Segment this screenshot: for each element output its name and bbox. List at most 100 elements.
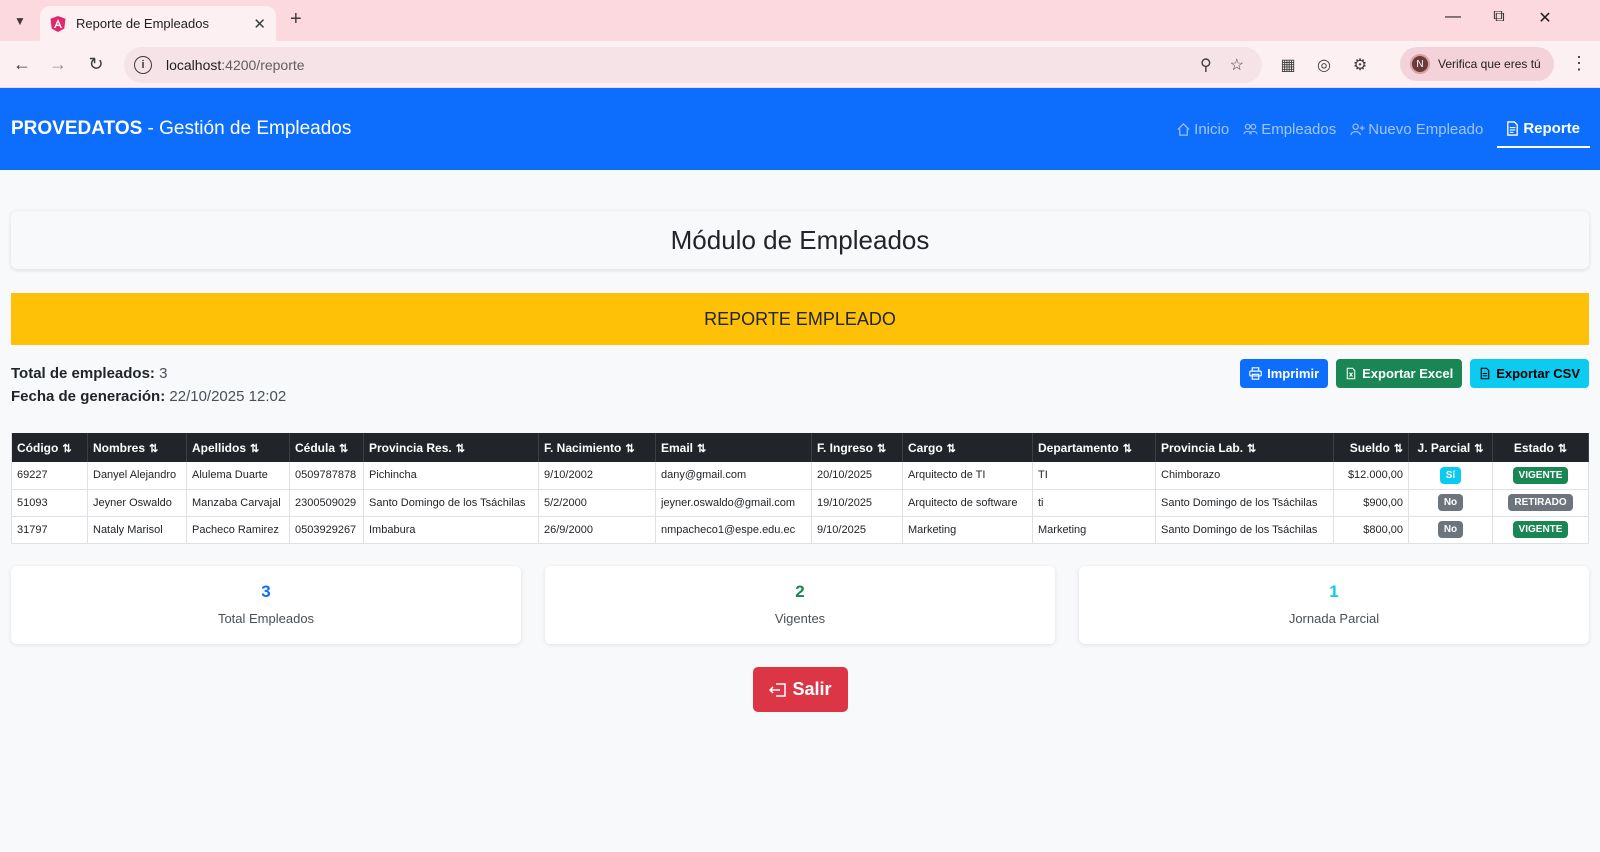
tab-close-icon[interactable]: ✕ <box>253 15 266 33</box>
sort-icon: ⇅ <box>697 442 707 455</box>
col-header[interactable]: Estado ⇅ <box>1492 433 1589 462</box>
status-badge: VIGENTE <box>1512 521 1569 538</box>
sort-icon: ⇅ <box>1122 442 1132 455</box>
stat-value: 2 <box>795 582 805 601</box>
person-add-icon <box>1350 123 1365 135</box>
sort-icon: ⇅ <box>149 442 159 455</box>
stat-card-total: 3 Total Empleados <box>11 566 521 644</box>
col-header[interactable]: Email ⇅ <box>655 433 812 462</box>
house-icon <box>1177 122 1190 136</box>
nav-links: Inicio Empleados Nuevo Empleado Reporte <box>1162 88 1590 170</box>
qr-code-icon[interactable]: ▦ <box>1277 55 1299 75</box>
employees-table-container: Código ⇅ Nombres ⇅ Apellidos ⇅ Cédula ⇅ Prov… <box>11 433 1589 544</box>
sort-icon: ⇅ <box>946 442 956 455</box>
jornada-badge: Sí <box>1439 466 1462 484</box>
exit-icon <box>769 682 787 697</box>
avatar: N <box>1410 54 1430 74</box>
table-row: 31797 Nataly Marisol Pacheco Ramirez 050… <box>11 516 1589 544</box>
col-header[interactable]: Código ⇅ <box>11 433 88 462</box>
banner-text: REPORTE EMPLEADO <box>704 308 896 329</box>
printer-icon <box>1249 367 1262 380</box>
stat-value: 1 <box>1329 582 1339 601</box>
reload-icon[interactable]: ↻ <box>84 54 108 74</box>
employees-table: Código ⇅ Nombres ⇅ Apellidos ⇅ Cédula ⇅ Prov… <box>11 433 1589 544</box>
col-header[interactable]: F. Ingreso ⇅ <box>811 433 903 462</box>
table-row: 51093 Jeyner Oswaldo Manzaba Carvajal 23… <box>11 489 1589 517</box>
close-window-icon[interactable]: ✕ <box>1522 8 1568 28</box>
url-text: localhost:4200/reporte <box>166 57 305 73</box>
report-banner: REPORTE EMPLEADO <box>11 293 1589 345</box>
nav-link-inicio[interactable]: Inicio <box>1176 111 1229 148</box>
col-header[interactable]: Cargo ⇅ <box>902 433 1033 462</box>
col-header[interactable]: Nombres ⇅ <box>87 433 187 462</box>
jornada-badge: No <box>1437 521 1464 538</box>
tab-search-button[interactable]: ▼ <box>8 9 32 33</box>
minimize-icon[interactable]: — <box>1430 8 1476 26</box>
forward-icon[interactable]: → <box>46 54 70 74</box>
sort-icon: ⇅ <box>1557 442 1568 455</box>
browser-tab[interactable]: Reporte de Empleados ✕ <box>40 6 276 41</box>
back-icon[interactable]: ← <box>10 54 34 74</box>
brand[interactable]: PROVEDATOS - Gestión de Empleados <box>11 118 351 140</box>
col-header[interactable]: Apellidos ⇅ <box>186 433 290 462</box>
file-csv-icon <box>1480 367 1490 380</box>
people-icon <box>1243 123 1258 134</box>
sort-icon: ⇅ <box>339 442 349 455</box>
jornada-badge: No <box>1437 494 1464 511</box>
new-tab-icon[interactable]: + <box>290 8 302 31</box>
total-employees-line: Total de empleados: 3 <box>11 365 168 382</box>
salir-button[interactable]: Salir <box>753 667 848 712</box>
stat-label: Jornada Parcial <box>1288 611 1380 626</box>
sort-icon: ⇅ <box>455 442 465 455</box>
stat-card-jornada-parcial: 1 Jornada Parcial <box>1079 566 1589 644</box>
browser-tab-bar: ▼ Reporte de Empleados ✕ + — ⧉ ✕ <box>0 0 1600 41</box>
table-row: 69227 Danyel Alejandro Alulema Duarte 05… <box>11 462 1589 490</box>
browser-toolbar: ← → ↻ i localhost:4200/reporte ⚲ ☆ ▦ ◎ ⚙… <box>0 41 1600 88</box>
col-header[interactable]: J. Parcial ⇅ <box>1408 433 1493 462</box>
nav-link-reporte[interactable]: Reporte <box>1497 110 1590 148</box>
profile-button[interactable]: N Verifica que eres tú <box>1400 47 1554 81</box>
profile-label: Verifica que eres tú <box>1438 57 1541 71</box>
export-excel-button[interactable]: Exportar Excel <box>1336 359 1463 388</box>
angular-favicon-icon <box>50 15 66 32</box>
print-button[interactable]: Imprimir <box>1240 359 1329 388</box>
sort-icon: ⇅ <box>1247 442 1257 455</box>
sort-icon: ⇅ <box>250 442 260 455</box>
nav-link-empleados[interactable]: Empleados <box>1243 111 1336 148</box>
file-text-icon <box>1507 121 1519 136</box>
sort-icon: ⇅ <box>62 442 72 455</box>
status-badge: VIGENTE <box>1512 466 1569 484</box>
bookmark-star-icon[interactable]: ☆ <box>1230 55 1244 75</box>
col-header[interactable]: Provincia Res. ⇅ <box>363 433 539 462</box>
stat-label: Total Empleados <box>217 611 315 626</box>
brand-subtitle: - Gestión de Empleados <box>142 118 352 139</box>
restore-icon[interactable]: ⧉ <box>1476 8 1522 26</box>
sort-icon: ⇅ <box>877 442 887 455</box>
page-title: Módulo de Empleados <box>670 224 930 255</box>
address-bar[interactable]: i localhost:4200/reporte ⚲ ☆ <box>124 47 1262 83</box>
browser-menu-icon[interactable]: ⋮ <box>1570 53 1588 74</box>
zoom-icon[interactable]: ⚲ <box>1200 55 1212 75</box>
col-header[interactable]: Departamento ⇅ <box>1032 433 1156 462</box>
site-info-icon[interactable]: i <box>134 56 152 74</box>
export-actions: Imprimir Exportar Excel Exportar CSV <box>1232 359 1589 388</box>
tab-title: Reporte de Empleados <box>76 16 209 31</box>
sort-icon: ⇅ <box>625 442 635 455</box>
sort-icon: ⇅ <box>1393 442 1403 455</box>
col-header[interactable]: Provincia Lab. ⇅ <box>1155 433 1334 462</box>
stat-label: Vigentes <box>774 611 826 626</box>
nav-link-nuevo-empleado[interactable]: Nuevo Empleado <box>1350 111 1483 148</box>
stat-card-vigentes: 2 Vigentes <box>545 566 1055 644</box>
generation-date-line: Fecha de generación: 22/10/2025 12:02 <box>11 388 287 405</box>
export-csv-button[interactable]: Exportar CSV <box>1470 359 1589 388</box>
module-title-card: Módulo de Empleados <box>11 211 1589 269</box>
col-header[interactable]: F. Nacimiento ⇅ <box>538 433 656 462</box>
extension-brackets-icon[interactable]: ◎ <box>1313 55 1335 75</box>
extensions-puzzle-icon[interactable]: ⚙ <box>1349 55 1371 75</box>
stat-value: 3 <box>261 582 271 601</box>
col-header[interactable]: Cédula ⇅ <box>289 433 364 462</box>
col-header[interactable]: Sueldo ⇅ <box>1333 433 1409 462</box>
stats-row: 3 Total Empleados 2 Vigentes 1 Jornada P… <box>11 566 1589 644</box>
sort-icon: ⇅ <box>1474 442 1484 455</box>
brand-name: PROVEDATOS <box>11 118 143 139</box>
